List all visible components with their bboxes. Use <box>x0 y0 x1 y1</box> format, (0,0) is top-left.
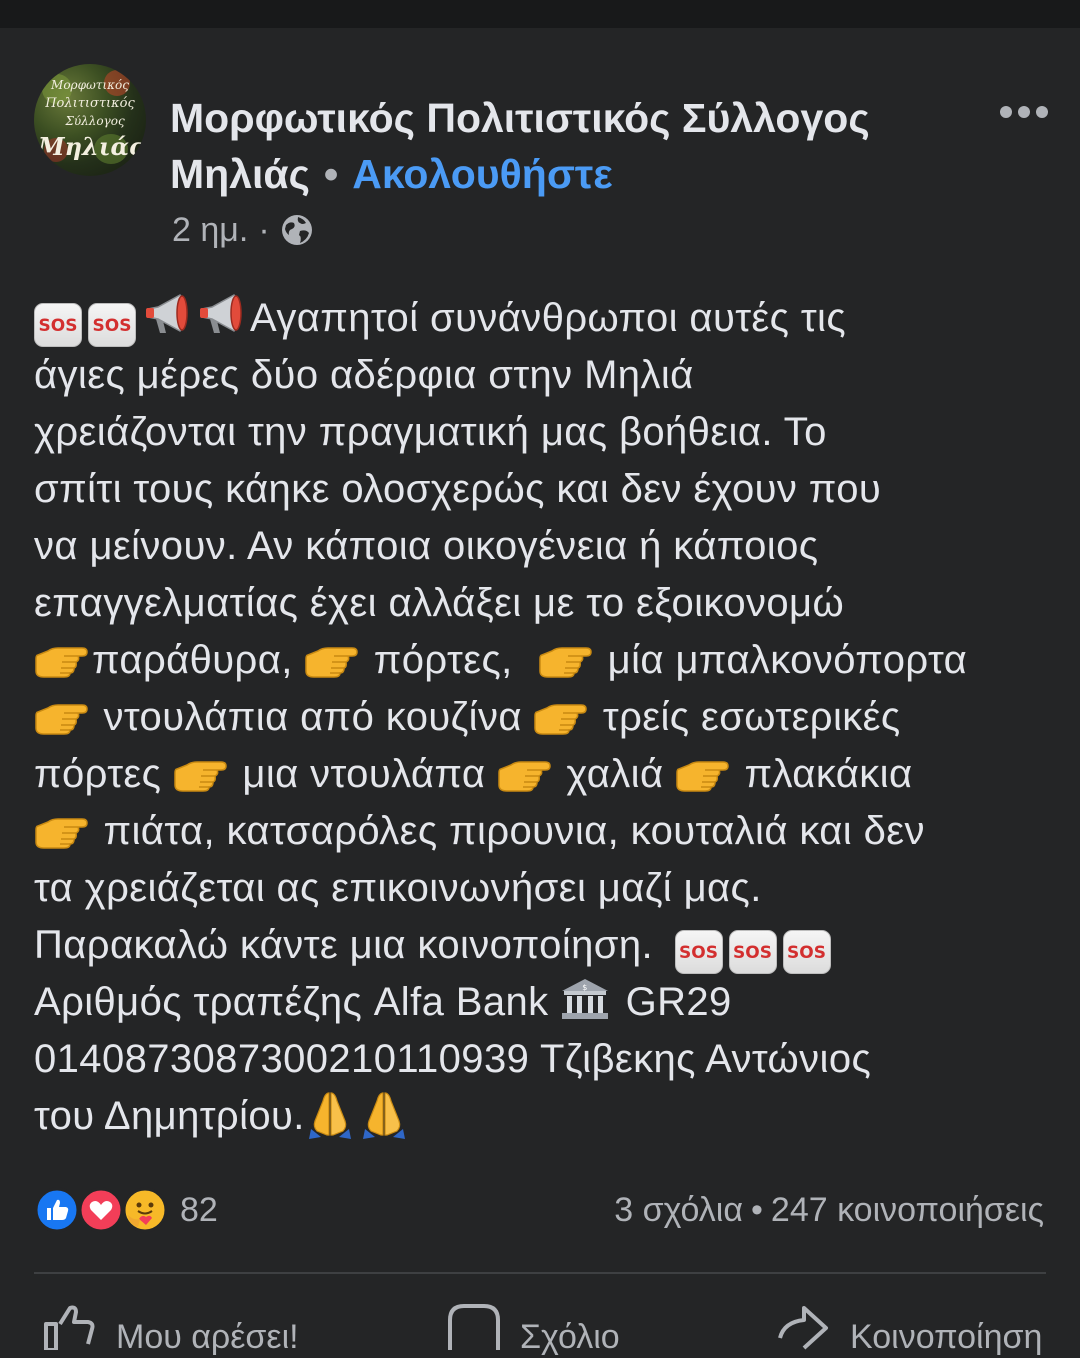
post-text-segment: 0140873087300210110939 Τζιβεκης Αντώνιος <box>34 1037 872 1081</box>
status-bar <box>0 0 1080 28</box>
like-label: Μου αρέσει! <box>116 1318 299 1356</box>
folded-hands-icon <box>359 1089 409 1139</box>
bank-icon <box>560 977 610 1021</box>
post-text-segment: τρείς εσωτερικές <box>602 695 901 739</box>
actions-divider <box>34 1272 1046 1274</box>
more-horizontal-icon[interactable] <box>996 94 1052 130</box>
post-text-segment: παράθυρα, <box>92 638 293 682</box>
folded-hands-icon <box>305 1089 355 1139</box>
post-text-segment: πλακάκια <box>744 752 913 796</box>
stats-separator: • <box>751 1191 763 1229</box>
avatar-logo-text: Μορφωτικός Πολιτιστικός Σύλλογος Μηλιάς <box>38 78 144 161</box>
post-text-segment: πιάτα, κατσαρόλες πιρουνια, κουταλιά και… <box>103 809 925 853</box>
post-line: πόρτες μια ντουλάπα χαλιά πλακάκια <box>34 746 1064 803</box>
post-text-segment: χρειάζονται την πραγματική μας βοήθεια. … <box>34 410 827 454</box>
page-name-block: Μορφωτικός Πολιτιστικός Σύλλογος Μηλιάς •… <box>170 90 970 202</box>
post-text-segment: GR29 <box>625 980 732 1024</box>
shares-count[interactable]: 247 κοινοποιήσεις <box>771 1191 1044 1229</box>
post-text-segment: Αγαπητοί συνάνθρωποι αυτές τις <box>250 296 847 340</box>
comment-label: Σχόλιο <box>520 1318 620 1356</box>
globe-icon <box>281 215 312 245</box>
post-text-segment: μια ντουλάπα <box>242 752 486 796</box>
comment-icon <box>448 1304 500 1350</box>
follow-button[interactable]: Ακολουθήστε <box>352 151 612 197</box>
post-text-segment: μία μπαλκονόπορτα <box>607 638 968 682</box>
post-text-segment: τα χρειάζεται ας επικοινωνήσει μαζί μας. <box>34 866 762 910</box>
post-actions: Μου αρέσει! Σχόλιο Κοινοποίηση <box>0 1298 1080 1358</box>
post-line: πιάτα, κατσαρόλες πιρουνια, κουταλιά και… <box>34 803 1064 860</box>
pointing-hand-icon <box>304 643 358 679</box>
pointing-hand-icon <box>497 757 551 793</box>
share-button[interactable]: Κοινοποίηση <box>774 1298 1042 1357</box>
post-line: παράθυρα, πόρτες, μία μπαλκονόπορτα <box>34 632 1064 689</box>
post-text-segment: ντουλάπια από κουζίνα <box>103 695 522 739</box>
reaction-count: 82 <box>180 1190 218 1229</box>
megaphone-icon <box>196 291 246 337</box>
post-text-segment: να μείνουν. Αν κάποια οικογένεια ή κάποι… <box>34 524 819 568</box>
post-line: χρειάζονται την πραγματική μας βοήθεια. … <box>34 404 1064 461</box>
sos-emoji: SOS <box>674 930 723 974</box>
post-line: άγιες μέρες δύο αδέρφια στην Μηλιά <box>34 347 1064 404</box>
reaction-icons <box>34 1187 174 1233</box>
comments-count[interactable]: 3 σχόλια <box>614 1191 743 1229</box>
post-text-segment: χαλιά <box>566 752 664 796</box>
share-label: Κοινοποίηση <box>850 1318 1043 1356</box>
sos-emoji: SOS <box>782 930 831 974</box>
sos-emoji: SOS <box>728 930 777 974</box>
pointing-hand-icon <box>34 700 88 736</box>
post-text: SOS SOS Αγαπητοί συνάνθρωποι αυτές τις άγι… <box>34 290 1064 1145</box>
pointing-hand-icon <box>538 643 592 679</box>
post-text-segment: Παρακαλώ κάντε μια κοινοποίηση. <box>34 923 654 967</box>
post-text-segment: σπίτι τους κάηκε ολοσχερώς και δεν έχουν… <box>34 467 882 511</box>
pointing-hand-icon <box>533 700 587 736</box>
post-text-segment: πόρτες <box>34 752 162 796</box>
post-line: 0140873087300210110939 Τζιβεκης Αντώνιος <box>34 1031 1064 1088</box>
like-button[interactable]: Μου αρέσει! <box>40 1298 299 1357</box>
megaphone-icon <box>142 291 192 337</box>
post-text-segment: επαγγελματίας έχει αλλάξει με το εξοικον… <box>34 581 845 625</box>
care-icon <box>122 1187 168 1233</box>
post-stats: 3 σχόλια • 247 κοινοποιήσεις <box>614 1188 1044 1232</box>
post-text-segment: του Δημητρίου. <box>34 1094 305 1138</box>
share-icon <box>778 1306 828 1350</box>
pointing-hand-icon <box>675 757 729 793</box>
page-avatar[interactable]: Μορφωτικός Πολιτιστικός Σύλλογος Μηλιάς <box>34 64 146 176</box>
follow-separator: • <box>323 151 339 197</box>
reactions-summary[interactable]: 82 <box>34 1186 218 1234</box>
post-text-segment: Αριθμός τραπέζης Alfa Bank <box>34 980 549 1024</box>
post-line: ντουλάπια από κουζίνα τρείς εσωτερικές <box>34 689 1064 746</box>
like-icon <box>34 1187 80 1233</box>
post-line: σπίτι τους κάηκε ολοσχερώς και δεν έχουν… <box>34 461 1064 518</box>
sos-emoji: SOS <box>34 303 82 347</box>
post-line: τα χρειάζεται ας επικοινωνήσει μαζί μας. <box>34 860 1064 917</box>
post-line: να μείνουν. Αν κάποια οικογένεια ή κάποι… <box>34 518 1064 575</box>
sos-emoji: SOS <box>88 303 136 347</box>
post-line: επαγγελματίας έχει αλλάξει με το εξοικον… <box>34 575 1064 632</box>
post-line: SOS SOS Αγαπητοί συνάνθρωποι αυτές τις <box>34 290 1064 347</box>
comment-button[interactable]: Σχόλιο <box>444 1298 620 1357</box>
meta-separator: · <box>258 211 270 249</box>
post-line: Παρακαλώ κάντε μια κοινοποίηση. SOS SOS SO… <box>34 917 1064 974</box>
post-text-segment: άγιες μέρες δύο αδέρφια στην Μηλιά <box>34 353 694 397</box>
post-meta: 2 ημ. · <box>172 206 314 254</box>
pointing-hand-icon <box>34 643 88 679</box>
post-line: Αριθμός τραπέζης Alfa Bank GR29 <box>34 974 1064 1031</box>
post-line: του Δημητρίου. <box>34 1088 1064 1145</box>
love-icon <box>78 1187 124 1233</box>
post-text-segment: πόρτες, <box>373 638 513 682</box>
thumbs-up-icon <box>44 1305 95 1350</box>
pointing-hand-icon <box>34 814 88 850</box>
post-timestamp[interactable]: 2 ημ. <box>172 206 248 254</box>
pointing-hand-icon <box>173 757 227 793</box>
